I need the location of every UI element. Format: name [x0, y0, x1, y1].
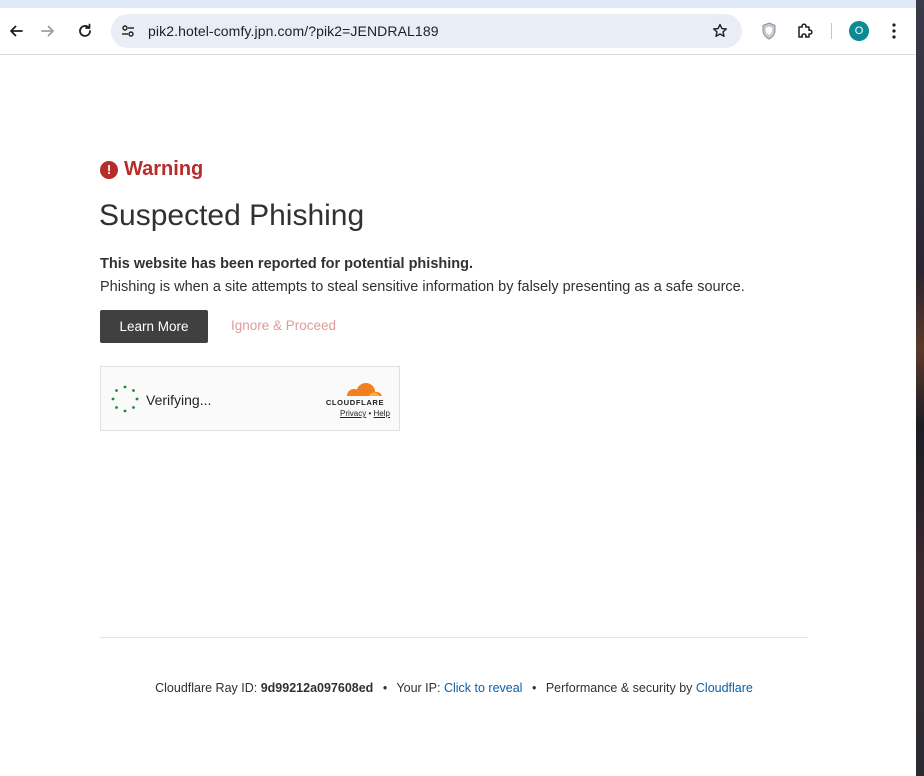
privacy-link[interactable]: Privacy: [340, 409, 366, 418]
reveal-ip-link[interactable]: Click to reveal: [444, 681, 523, 695]
svg-text:CLOUDFLARE: CLOUDFLARE: [326, 398, 384, 407]
extensions-button[interactable]: [789, 15, 821, 47]
url-text[interactable]: pik2.hotel-comfy.jpn.com/?pik2=JENDRAL18…: [148, 23, 439, 39]
footer-bullet: •: [531, 681, 537, 695]
site-info-icon[interactable]: [118, 21, 138, 41]
warning-heading: ! Warning: [100, 158, 203, 181]
page-title: Suspected Phishing: [99, 199, 365, 232]
lead-text: This website has been reported for poten…: [100, 256, 474, 272]
ip-label: Your IP:: [396, 681, 441, 695]
cloudflare-link[interactable]: Cloudflare: [696, 681, 753, 695]
description-text: Phishing is when a site attempts to stea…: [100, 279, 745, 295]
turnstile-widget: Verifying... CLOUDFLARE Privacy • Help: [100, 366, 400, 431]
address-bar[interactable]: pik2.hotel-comfy.jpn.com/?pik2=JENDRAL18…: [111, 14, 742, 48]
shield-extension-button[interactable]: [753, 15, 785, 47]
exclamation-circle-icon: !: [100, 160, 118, 179]
footer-bullet: •: [382, 681, 388, 695]
widget-links: Privacy • Help: [340, 409, 390, 418]
tab-strip: [0, 0, 916, 8]
kebab-menu-icon: [892, 23, 896, 39]
footer-divider: [100, 637, 808, 638]
profile-avatar[interactable]: O: [849, 21, 869, 41]
puzzle-icon: [798, 23, 813, 38]
ray-id-value: 9d99212a097608ed: [260, 681, 374, 695]
bookmark-star-icon[interactable]: [710, 21, 730, 41]
arrow-left-icon: [10, 25, 23, 37]
reload-icon: [79, 23, 91, 37]
performance-label: Performance & security by: [545, 681, 693, 695]
menu-button[interactable]: [878, 15, 910, 47]
link-separator: •: [368, 409, 372, 418]
desktop-background-strip: [916, 0, 924, 776]
ray-id-label: Cloudflare Ray ID:: [155, 681, 258, 695]
cloudflare-logo: CLOUDFLARE: [326, 383, 384, 407]
back-button[interactable]: [0, 15, 32, 47]
forward-button[interactable]: [32, 15, 64, 47]
spinner-icon: [111, 385, 139, 413]
ignore-proceed-link[interactable]: Ignore & Proceed: [231, 318, 336, 333]
browser-toolbar: pik2.hotel-comfy.jpn.com/?pik2=JENDRAL18…: [0, 8, 916, 55]
tab-inactive-right[interactable]: [693, 0, 916, 8]
footer: Cloudflare Ray ID: 9d99212a097608ed • Yo…: [0, 681, 908, 695]
verifying-status: Verifying...: [146, 392, 212, 408]
shield-icon: [762, 22, 776, 40]
reload-button[interactable]: [69, 15, 101, 47]
toolbar-divider: [831, 23, 832, 39]
learn-more-button[interactable]: Learn More: [100, 310, 208, 343]
arrow-right-icon: [41, 25, 54, 37]
warning-label: Warning: [124, 158, 204, 180]
help-link[interactable]: Help: [374, 409, 390, 418]
